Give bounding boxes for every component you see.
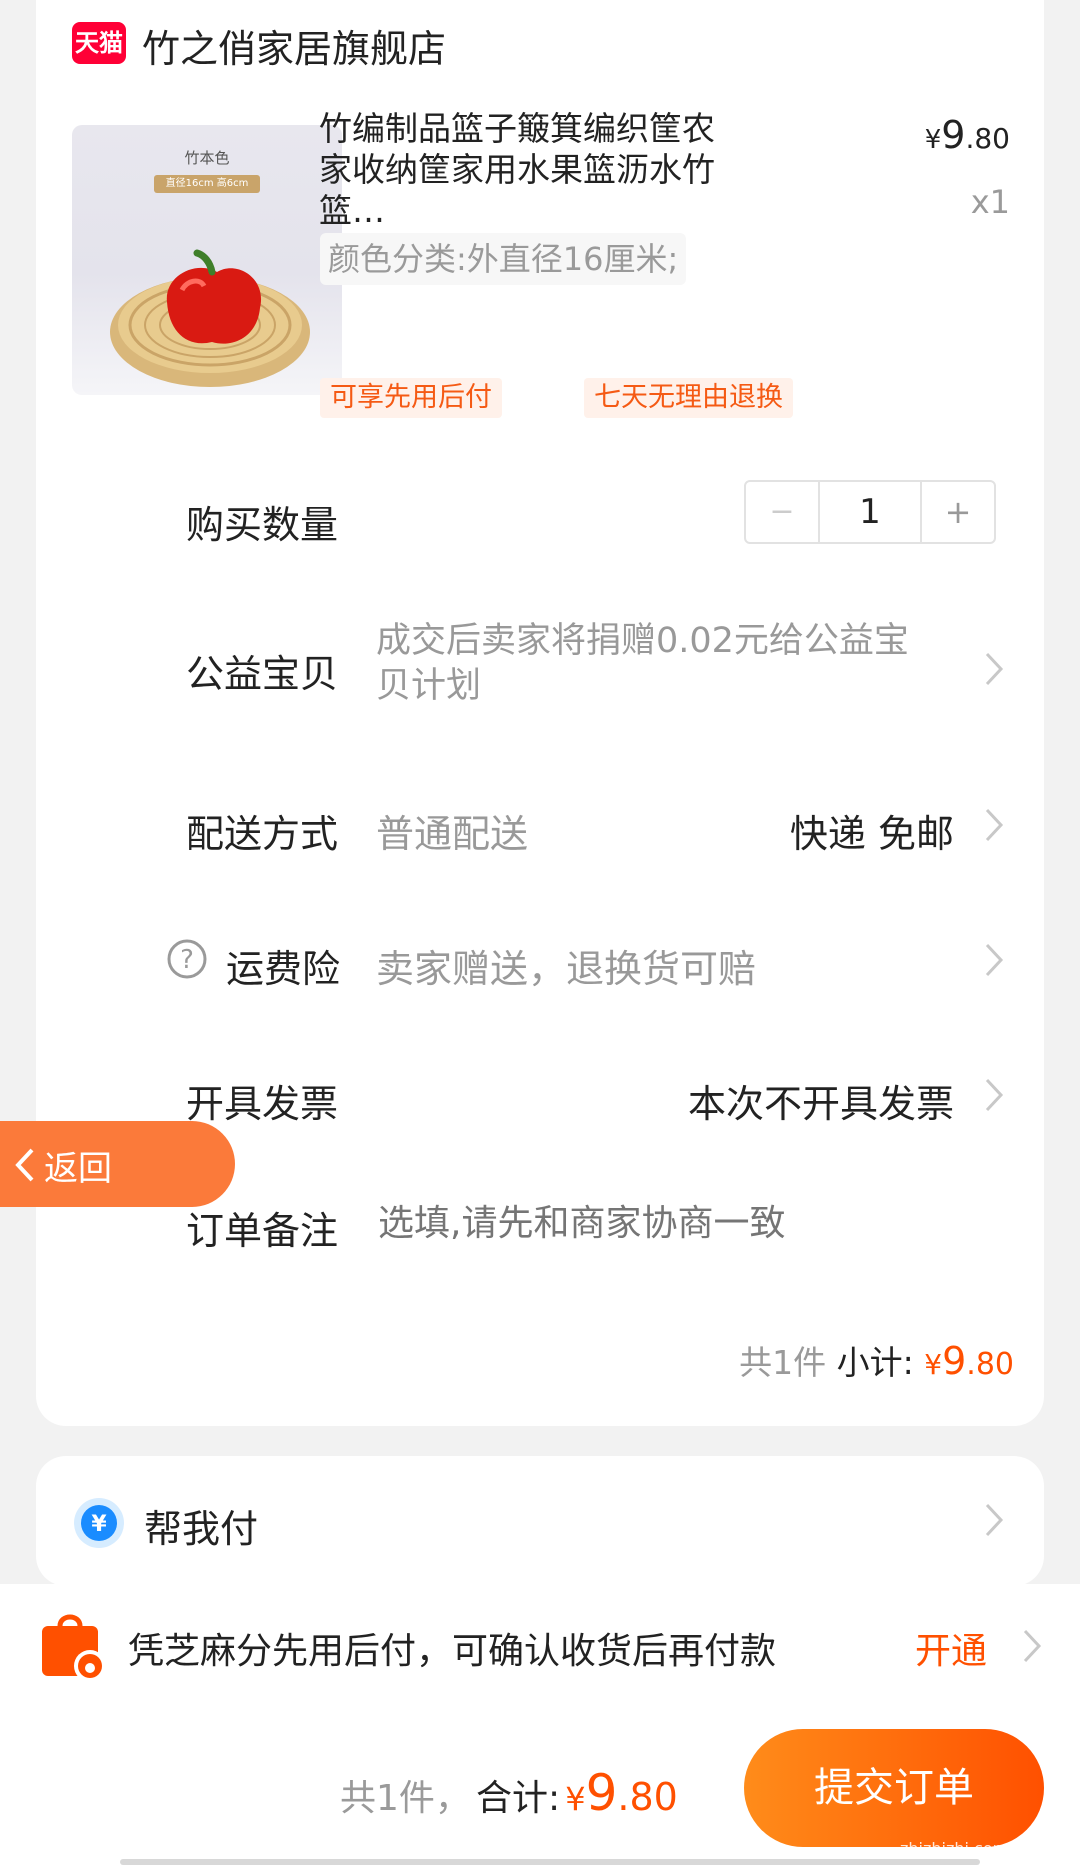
quantity-minus-button[interactable]: −: [746, 482, 820, 542]
svg-text:¥: ¥: [91, 1512, 107, 1537]
chevron-right-icon: [985, 1078, 1004, 1112]
chevron-left-icon: [15, 1148, 34, 1182]
submit-order-button[interactable]: 提交订单: [744, 1729, 1044, 1847]
subtotal-int: 9: [942, 1339, 967, 1383]
tmall-badge-text: 天猫: [75, 29, 123, 57]
chevron-right-icon: [985, 808, 1004, 842]
charity-label: 公益宝贝: [186, 652, 339, 696]
subtotal-label: 小计:: [836, 1343, 914, 1382]
remark-input[interactable]: [376, 1192, 980, 1254]
chevron-right-icon: [985, 652, 1004, 686]
insurance-label: 运费险: [226, 947, 341, 991]
delivery-value: 普通配送: [376, 812, 529, 856]
home-indicator: [120, 1859, 980, 1865]
quantity-value[interactable]: 1: [820, 482, 922, 542]
invoice-value: 本次不开具发票: [687, 1082, 954, 1126]
quantity-label: 购买数量: [186, 503, 339, 547]
product-qty: x1: [970, 183, 1010, 221]
subtotal-count: 共1件: [739, 1343, 827, 1382]
chevron-right-icon: [985, 1503, 1004, 1537]
image-subcaption: 直径16cm 高6cm: [154, 175, 260, 193]
subtotal: 共1件 小计: ¥9.80: [739, 1336, 1014, 1384]
submit-order-label: 提交订单: [814, 1765, 974, 1811]
bottom-bar: 凭芝麻分先用后付，可确认收货后再付款 开通 共1件， 合计: ¥9.80 提交订…: [0, 1584, 1080, 1869]
tmall-logo: 天猫: [72, 22, 126, 64]
image-subcaption-text: 直径16cm 高6cm: [165, 178, 249, 189]
price-symbol: ¥: [924, 125, 942, 155]
yuan-icon: ¥: [74, 1498, 124, 1548]
total-symbol: ¥: [565, 1780, 586, 1818]
charity-row[interactable]: 公益宝贝 成交后卖家将捐赠0.02元给公益宝贝计划: [36, 615, 1044, 725]
help-pay-label: 帮我付: [144, 1507, 259, 1551]
watermark-text: zhizhizhi.com: [900, 1839, 1009, 1858]
total-dec: .80: [617, 1775, 678, 1819]
delivery-detail: 快递 免邮: [789, 812, 954, 856]
order-total: 共1件， 合计: ¥9.80: [340, 1764, 678, 1822]
charity-value: 成交后卖家将捐赠0.02元给公益宝贝计划: [376, 621, 909, 706]
zhima-activate-link[interactable]: 开通: [915, 1622, 987, 1674]
back-button[interactable]: 返回: [0, 1121, 235, 1207]
product-spec[interactable]: 颜色分类:外直径16厘米;: [320, 233, 687, 285]
chevron-right-icon: [985, 943, 1004, 977]
delivery-label: 配送方式: [186, 812, 339, 856]
tag-seven-day-return: 七天无理由退换: [584, 378, 793, 418]
image-caption: 竹本色: [184, 149, 230, 167]
store-name[interactable]: 竹之俏家居旗舰店: [142, 18, 446, 73]
price-int: 9: [941, 113, 966, 157]
zhima-row[interactable]: 凭芝麻分先用后付，可确认收货后再付款 开通: [0, 1584, 1080, 1704]
product-title[interactable]: 竹编制品篮子簸箕编织筐农家收纳筐家用水果篮沥水竹篮…: [319, 108, 719, 231]
help-pay-card[interactable]: ¥ 帮我付: [36, 1456, 1044, 1586]
tag-pay-later: 可享先用后付: [320, 378, 502, 418]
question-icon[interactable]: ?: [166, 938, 208, 980]
chevron-right-icon: [1023, 1629, 1042, 1663]
total-label: 合计:: [476, 1778, 561, 1819]
product-price: ¥9.80: [925, 113, 1010, 157]
invoice-row[interactable]: 开具发票 本次不开具发票: [36, 1065, 1044, 1126]
zhima-text: 凭芝麻分先用后付，可确认收货后再付款: [128, 1631, 777, 1672]
shopping-bag-icon: [42, 1614, 106, 1682]
remark-label: 订单备注: [186, 1209, 339, 1253]
shipping-insurance-row[interactable]: ? 运费险 卖家赠送，退换货可赔: [36, 930, 1044, 991]
delivery-row[interactable]: 配送方式 普通配送 快递 免邮: [36, 795, 1044, 856]
watermark: zhizhizhi.com: [900, 1839, 1008, 1858]
product-image[interactable]: 竹本色 直径16cm 高6cm: [72, 125, 342, 395]
order-card: 天猫 竹之俏家居旗舰店 竹本色 直径16cm 高6cm 竹编制品篮子簸箕编织筐农…: [36, 0, 1044, 1426]
total-int: 9: [585, 1764, 618, 1822]
basket-pepper-illustration: [110, 249, 310, 387]
insurance-value: 卖家赠送，退换货可赔: [376, 947, 757, 991]
quantity-stepper: − 1 +: [744, 480, 996, 544]
quantity-plus-button[interactable]: +: [922, 482, 994, 542]
back-label: 返回: [44, 1149, 112, 1189]
price-dec: .80: [965, 122, 1010, 155]
subtotal-dec: .80: [966, 1347, 1014, 1382]
svg-text:?: ?: [180, 945, 194, 975]
invoice-label: 开具发票: [186, 1082, 339, 1126]
total-count: 共1件，: [340, 1778, 471, 1819]
subtotal-symbol: ¥: [924, 1348, 943, 1381]
